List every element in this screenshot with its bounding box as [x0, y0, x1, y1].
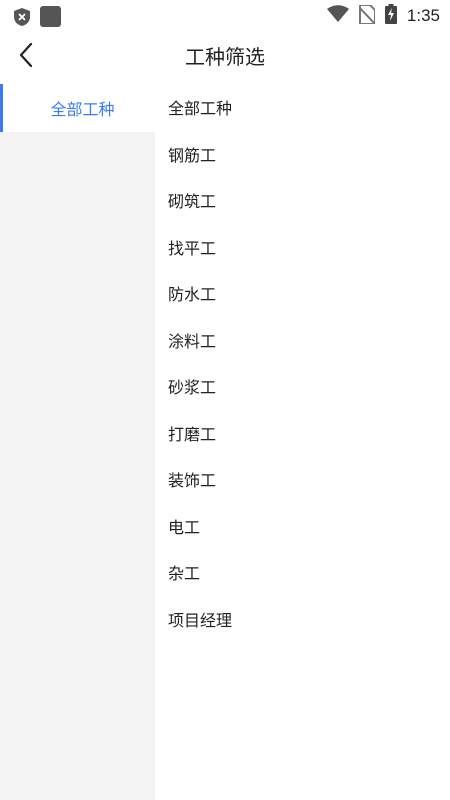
worker-type-list: 全部工种 钢筋工 砌筑工 找平工 防水工 涂料工 砂浆工 打磨工 装饰工 电工 …: [155, 84, 450, 800]
worker-type-item[interactable]: 砂浆工: [155, 363, 450, 410]
worker-type-item[interactable]: 装饰工: [155, 456, 450, 503]
status-bar: 1:35: [0, 0, 450, 30]
worker-type-item[interactable]: 涂料工: [155, 317, 450, 364]
worker-type-item[interactable]: 项目经理: [155, 596, 450, 643]
worker-type-item[interactable]: 砌筑工: [155, 177, 450, 224]
sidebar-item-all[interactable]: 全部工种: [0, 84, 155, 132]
worker-type-item[interactable]: 全部工种: [155, 84, 450, 131]
worker-type-item[interactable]: 打磨工: [155, 410, 450, 457]
app-square-icon: [40, 6, 61, 31]
worker-type-item[interactable]: 杂工: [155, 549, 450, 596]
filter-content: 全部工种 全部工种 钢筋工 砌筑工 找平工 防水工 涂料工 砂浆工 打磨工 装饰…: [0, 84, 450, 800]
status-time: 1:35: [406, 6, 440, 25]
worker-type-item[interactable]: 钢筋工: [155, 131, 450, 178]
worker-type-item[interactable]: 找平工: [155, 224, 450, 271]
battery-charging-icon: [384, 4, 397, 28]
shield-icon: [14, 7, 30, 30]
app-header: 工种筛选: [0, 30, 450, 84]
category-sidebar: 全部工种: [0, 84, 155, 800]
active-indicator: [0, 84, 3, 132]
no-sim-icon: [358, 3, 376, 28]
worker-type-item[interactable]: 电工: [155, 503, 450, 550]
sidebar-item-label: 全部工种: [50, 100, 115, 119]
wifi-icon: [326, 5, 349, 27]
worker-type-item[interactable]: 防水工: [155, 270, 450, 317]
page-title: 工种筛选: [185, 45, 265, 69]
